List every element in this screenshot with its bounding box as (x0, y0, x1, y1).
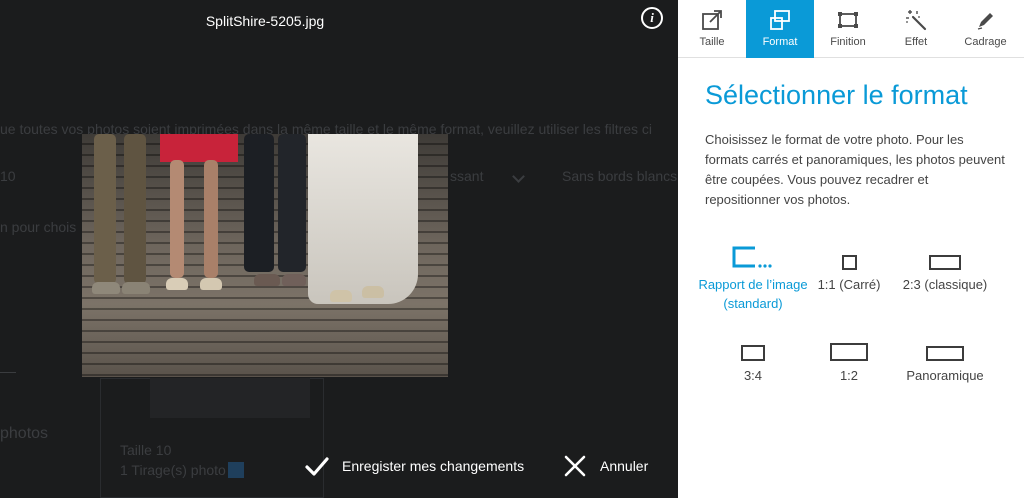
photo-figure (308, 134, 418, 304)
format-shape-1-1 (794, 238, 904, 270)
resize-icon (702, 10, 722, 30)
format-label: 1:2 (839, 368, 859, 383)
ratio-standard-icon (732, 246, 772, 268)
format-option-1-1[interactable]: 1:1 (Carré) (794, 238, 904, 294)
format-shape-panoramique (890, 329, 1000, 361)
photo-preview (82, 134, 448, 377)
bg-select-value: ssant (450, 168, 484, 184)
square-icon (841, 255, 857, 270)
photo-figure (124, 134, 146, 284)
info-button[interactable]: i (641, 7, 663, 29)
photo-figure (278, 134, 306, 272)
tab-label: Effet (904, 36, 928, 48)
bg-info-badge (228, 462, 244, 478)
bg-border-option: Sans bords blancs (562, 168, 678, 184)
photo-figure (254, 274, 280, 286)
photo-figure (362, 286, 384, 298)
bg-divider (0, 372, 16, 373)
tab-format[interactable]: Format (746, 0, 814, 58)
cancel-button[interactable]: Annuler (562, 452, 648, 480)
frame-icon (838, 12, 858, 28)
photo-figure (204, 160, 218, 278)
panel-title: Sélectionner le format (705, 80, 968, 110)
ratio-3-4-icon (741, 345, 765, 361)
file-name: SplitShire-5205.jpg (205, 13, 325, 29)
bg-chevron-down-icon (512, 170, 525, 183)
format-option-1-2[interactable]: 1:2 (794, 329, 904, 385)
format-option-3-4[interactable]: 3:4 (698, 329, 808, 385)
format-shape-standard (698, 238, 808, 270)
save-changes-button[interactable]: Enregister mes changements (304, 452, 524, 480)
tab-finition[interactable]: Finition (814, 0, 882, 58)
format-label: 2:3 (classique) (902, 277, 988, 292)
bg-size-value: 10 (0, 168, 16, 184)
photo-figure (330, 290, 352, 302)
photo-figure (282, 274, 306, 286)
checkmark-icon (305, 457, 329, 476)
photo-figure (92, 282, 120, 294)
close-icon (564, 455, 586, 477)
format-icon (770, 10, 790, 30)
format-shape-1-2 (794, 329, 904, 361)
tab-label: Format (762, 36, 798, 48)
tab-label: Cadrage (964, 36, 1007, 48)
photo-figure (166, 278, 188, 290)
tab-taille[interactable]: Taille (678, 0, 746, 58)
bg-card-count: 1 Tirage(s) photo (120, 462, 226, 478)
panel-description: Choisissez le format de votre photo. Pou… (705, 132, 1005, 207)
magic-wand-icon (906, 10, 927, 31)
format-shape-2-3 (890, 238, 1000, 270)
format-shape-3-4 (698, 329, 808, 361)
bg-photo-thumbnail (150, 378, 310, 418)
photo-figure (122, 282, 150, 294)
format-option-panoramique[interactable]: Panoramique (890, 329, 1000, 385)
ratio-2-3-icon (929, 255, 961, 270)
bg-section-title: photos (0, 425, 49, 442)
format-label: Panoramique (906, 368, 984, 383)
tab-cadrage[interactable]: Cadrage (950, 0, 1021, 58)
cancel-label: Annuler (600, 458, 649, 474)
photo-figure (160, 134, 238, 162)
format-label: 3:4 (743, 368, 763, 383)
edit-tabs: Taille Format Finition Effet Cadrage (678, 0, 1024, 58)
bg-hint-text: n pour chois (0, 219, 77, 235)
tab-label: Taille (699, 36, 725, 48)
photo-figure (244, 134, 274, 272)
photo-figure (94, 134, 116, 284)
format-option-standard[interactable]: Rapport de l’image (standard) (698, 238, 808, 313)
format-label: 1:1 (Carré) (817, 277, 881, 292)
save-changes-label: Enregister mes changements (342, 458, 525, 474)
format-option-2-3[interactable]: 2:3 (classique) (890, 238, 1000, 294)
ratio-1-2-icon (830, 343, 868, 361)
pen-icon (977, 13, 993, 30)
bg-card-size: Taille 10 (120, 442, 172, 458)
tab-effet[interactable]: Effet (882, 0, 950, 58)
panorama-icon (926, 346, 964, 361)
tab-label: Finition (830, 36, 866, 48)
edit-panel: Taille Format Finition Effet Cadrage Sél… (678, 0, 1024, 498)
photo-figure (170, 160, 184, 278)
photo-figure (200, 278, 222, 290)
format-label: Rapport de l’image (standard) (698, 277, 808, 311)
